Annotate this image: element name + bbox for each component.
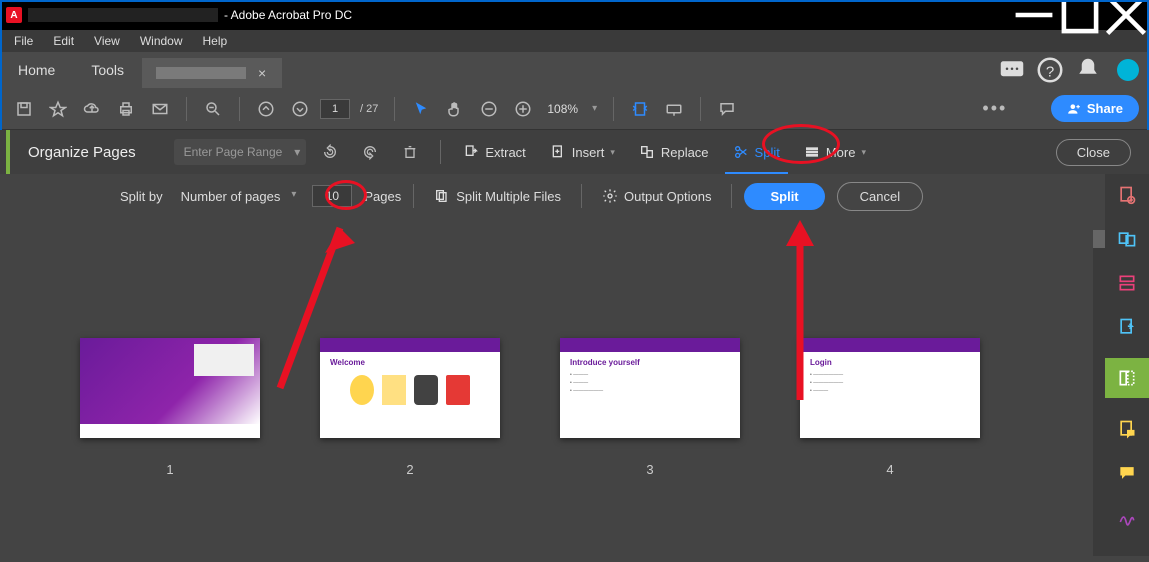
split-method-dropdown[interactable]: Number of pages (175, 185, 301, 208)
split-action-button[interactable]: Split (744, 183, 824, 210)
replace-label: Replace (661, 145, 709, 160)
scrollbar-thumb[interactable] (1093, 230, 1105, 248)
page-thumb-1[interactable]: 1 (80, 338, 260, 477)
share-label: Share (1087, 101, 1123, 116)
split-multi-label: Split Multiple Files (456, 189, 561, 204)
organize-pages-icon[interactable] (1105, 358, 1149, 398)
zoom-out-icon[interactable] (199, 95, 227, 123)
rotate-cw-button[interactable] (354, 140, 386, 164)
user-avatar[interactable] (1117, 59, 1139, 81)
person-plus-icon (1067, 102, 1081, 116)
document-tab[interactable]: × (142, 58, 282, 88)
organize-pages-bar: Organize Pages Enter Page Range Extract … (0, 130, 1149, 174)
comment-icon[interactable] (713, 95, 741, 123)
export-pdf-icon[interactable] (1114, 314, 1140, 340)
page-number-input[interactable] (320, 99, 350, 119)
replace-button[interactable]: Replace (631, 140, 717, 164)
output-options-button[interactable]: Output Options (594, 184, 719, 208)
zoom-plus-icon[interactable] (509, 95, 537, 123)
menu-edit[interactable]: Edit (43, 32, 84, 50)
hand-tool-icon[interactable] (441, 95, 469, 123)
close-tool-button[interactable]: Close (1056, 139, 1131, 166)
document-tab-name-redacted (156, 67, 246, 79)
page-down-icon[interactable] (286, 95, 314, 123)
split-label: Split (755, 145, 780, 160)
svg-text:?: ? (1046, 63, 1054, 80)
help-icon[interactable]: ? (1035, 55, 1065, 85)
fit-page-icon[interactable] (626, 95, 654, 123)
print-icon[interactable] (112, 95, 140, 123)
minimize-button[interactable] (1011, 0, 1057, 30)
right-tool-rail (1105, 174, 1149, 556)
extract-button[interactable]: Extract (455, 140, 533, 164)
tab-home[interactable]: Home (0, 52, 73, 88)
page-thumb-4[interactable]: Login• ——————• ——————• ——— 4 (800, 338, 980, 477)
select-tool-icon[interactable] (407, 95, 435, 123)
tab-tools[interactable]: Tools (73, 52, 142, 88)
more-icon[interactable]: ••• (981, 95, 1009, 123)
maximize-button[interactable] (1057, 0, 1103, 30)
zoom-minus-icon[interactable] (475, 95, 503, 123)
thumb-label: 3 (646, 462, 653, 477)
tool-accent-bar (6, 130, 10, 174)
insert-button[interactable]: Insert▾ (542, 140, 623, 164)
menu-window[interactable]: Window (130, 32, 193, 50)
extract-label: Extract (485, 145, 525, 160)
split-tool-button[interactable]: Split (725, 140, 788, 164)
create-pdf-icon[interactable] (1114, 182, 1140, 208)
close-window-button[interactable] (1103, 0, 1149, 30)
thumb-label: 4 (886, 462, 893, 477)
chat-icon[interactable] (997, 55, 1027, 85)
app-title: - Adobe Acrobat Pro DC (224, 8, 352, 22)
cloud-upload-icon[interactable] (78, 95, 106, 123)
page-range-dropdown[interactable]: Enter Page Range (174, 139, 307, 165)
zoom-dropdown-icon[interactable]: ▾ (592, 103, 597, 114)
tab-bar: Home Tools × ? (0, 52, 1149, 88)
more-button[interactable]: More▾ (796, 140, 874, 164)
send-comments-icon[interactable] (1114, 416, 1140, 442)
document-name-redacted (28, 8, 218, 22)
thumb-label: 1 (166, 462, 173, 477)
thumbnail-canvas[interactable]: 1 Welcome 2 Introduce yourself• ———• ———… (0, 218, 1149, 562)
share-button[interactable]: Share (1051, 95, 1139, 122)
email-icon[interactable] (146, 95, 174, 123)
rotate-ccw-button[interactable] (314, 140, 346, 164)
split-count-input[interactable] (312, 185, 352, 207)
page-thumb-2[interactable]: Welcome 2 (320, 338, 500, 477)
comment-tool-icon[interactable] (1114, 460, 1140, 486)
pages-label: Pages (364, 189, 401, 204)
page-up-icon[interactable] (252, 95, 280, 123)
star-icon[interactable] (44, 95, 72, 123)
split-multiple-button[interactable]: Split Multiple Files (426, 184, 569, 208)
output-label: Output Options (624, 189, 711, 204)
menu-help[interactable]: Help (193, 32, 238, 50)
menu-view[interactable]: View (84, 32, 130, 50)
bell-icon[interactable] (1073, 55, 1103, 85)
thumb-label: 2 (406, 462, 413, 477)
save-icon[interactable] (10, 95, 38, 123)
zoom-level[interactable]: 108% (547, 102, 578, 116)
split-by-label: Split by (120, 189, 163, 204)
menu-bar: File Edit View Window Help (0, 30, 1149, 52)
combine-icon[interactable] (1114, 226, 1140, 252)
delete-button[interactable] (394, 140, 426, 164)
app-icon: A (6, 7, 22, 23)
cancel-button[interactable]: Cancel (837, 182, 923, 211)
page-total-label: / 27 (360, 103, 378, 115)
insert-label: Insert (572, 145, 605, 160)
edit-pdf-icon[interactable] (1114, 270, 1140, 296)
main-toolbar: / 27 108% ▾ ••• Share (0, 88, 1149, 130)
page-thumb-3[interactable]: Introduce yourself• ———• ———• —————— 3 (560, 338, 740, 477)
close-tab-icon[interactable]: × (258, 65, 266, 81)
menu-file[interactable]: File (4, 32, 43, 50)
sign-icon[interactable] (1114, 504, 1140, 530)
keyboard-icon[interactable] (660, 95, 688, 123)
title-bar: A - Adobe Acrobat Pro DC (0, 0, 1149, 30)
vertical-scrollbar[interactable] (1093, 230, 1105, 556)
split-options-bar: Split by Number of pages Pages Split Mul… (0, 174, 1149, 218)
organize-title: Organize Pages (28, 144, 136, 161)
more-label: More (826, 145, 856, 160)
